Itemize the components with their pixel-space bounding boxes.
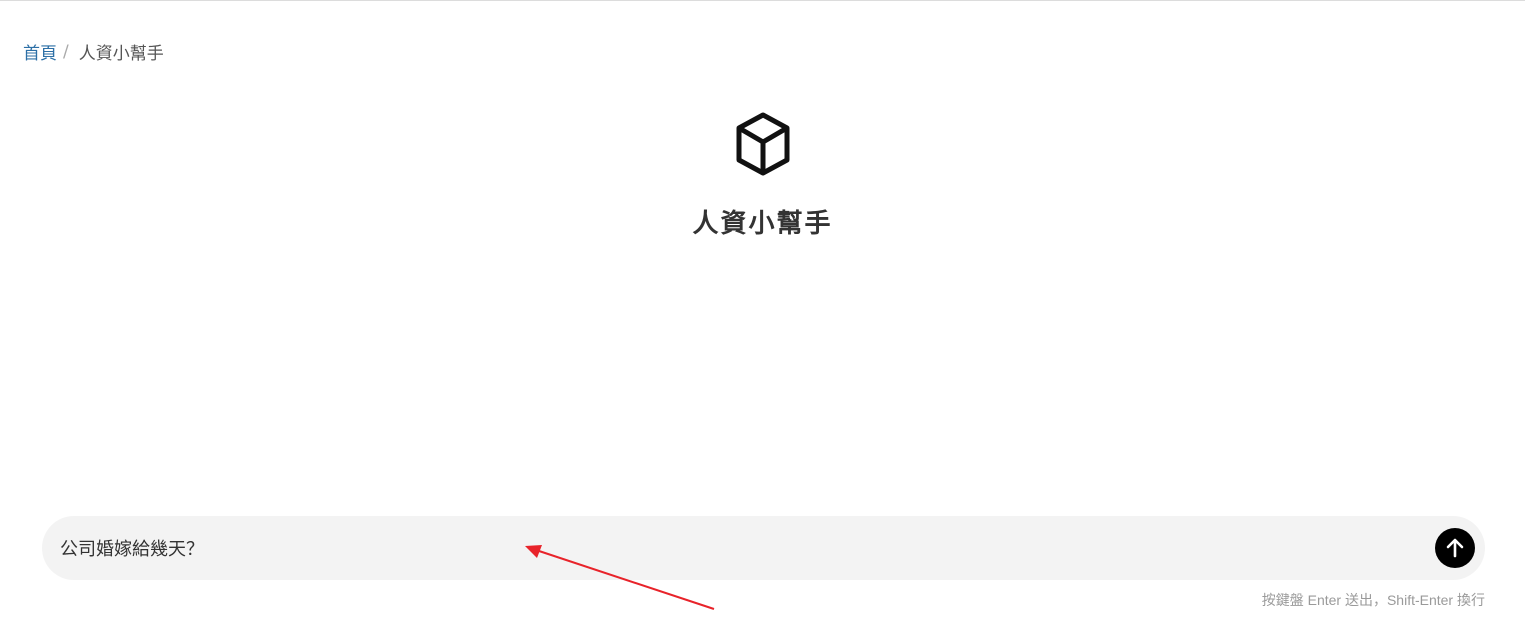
- breadcrumb: 首頁 / 人資小幫手: [23, 39, 164, 65]
- breadcrumb-current: 人資小幫手: [78, 44, 164, 64]
- chat-input-bar: [42, 516, 1485, 580]
- send-button[interactable]: [1435, 528, 1475, 568]
- cube-icon: [736, 112, 789, 176]
- breadcrumb-separator: /: [63, 41, 69, 62]
- arrow-up-icon: [1446, 538, 1464, 558]
- assistant-hero: 人資小幫手: [0, 111, 1525, 240]
- chat-input[interactable]: [60, 516, 1420, 580]
- assistant-title: 人資小幫手: [692, 209, 833, 239]
- breadcrumb-home-link[interactable]: 首頁: [23, 39, 57, 64]
- page: 首頁 / 人資小幫手 人資小幫手 按鍵盤 Enter 送出，Shift-Ente…: [0, 0, 1525, 628]
- keyboard-hint: 按鍵盤 Enter 送出，Shift-Enter 換行: [1261, 592, 1485, 608]
